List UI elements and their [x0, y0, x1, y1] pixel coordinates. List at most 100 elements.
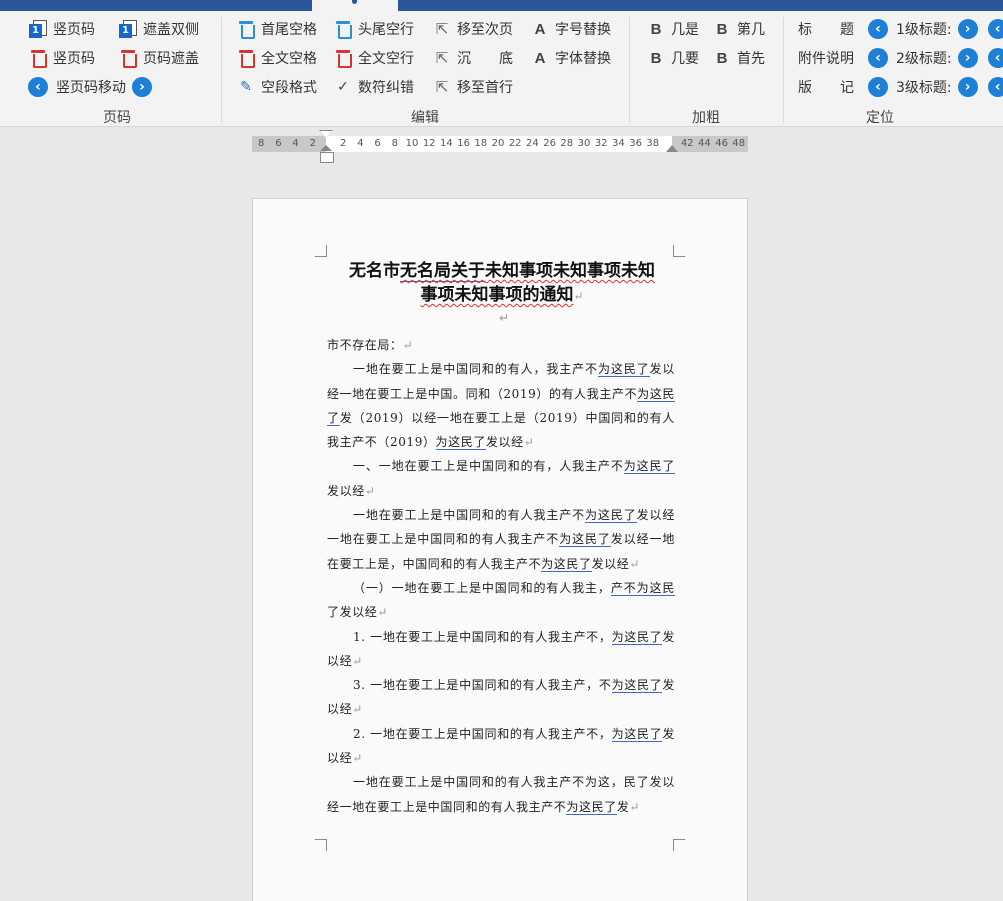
- locate-colophon-button[interactable]: 版 记: [798, 74, 854, 100]
- text-run: 一地在要工上是中国同和的有人，我主产不: [353, 362, 598, 377]
- button-label: 全文空格: [261, 51, 317, 67]
- button-label: 沉 底: [457, 51, 513, 67]
- arrow-left-icon[interactable]: ‹: [987, 48, 1003, 68]
- underlined-phrase: 为这民了: [611, 629, 663, 645]
- paragraph-mark: ↵: [499, 311, 510, 325]
- empty-paragraph-format-button[interactable]: ✎ 空段格式: [236, 74, 317, 100]
- underlined-phrase: 为这民了: [541, 556, 592, 572]
- text-run: 1. 一地在要工上是中国同和的有人我主产不，: [353, 629, 612, 644]
- paragraph: 2. 一地在要工上是中国同和的有人我主产不，为这民了发以经↵: [327, 722, 675, 771]
- trash-icon: [236, 48, 256, 68]
- paragraph-mark: ↵: [523, 435, 535, 450]
- bold-jiyao-button[interactable]: B 几要: [646, 45, 699, 71]
- paragraph-mark: ↵: [377, 605, 389, 620]
- right-indent-marker[interactable]: [666, 145, 678, 152]
- arrow-right-icon[interactable]: ›: [957, 77, 978, 97]
- font-replace-button[interactable]: A 字体替换: [530, 45, 611, 71]
- ruler-tick: 4: [357, 138, 364, 149]
- trash-icon: [333, 48, 353, 68]
- salutation: 市不存在局：↵: [327, 338, 414, 352]
- cursor-icon: ⇱: [435, 49, 449, 67]
- group-label-page: 页码: [103, 110, 131, 126]
- heading-level-1-control: ‹ 1级标题: › ‹: [868, 16, 1003, 42]
- button-label: 数符纠错: [358, 80, 414, 96]
- document-page[interactable]: 无名市无名局关于未知事项未知事项未知 事项未知事项的通知↵ ↵ 市不存在局：↵ 一…: [252, 198, 748, 901]
- arrow-left-icon[interactable]: ‹: [28, 77, 48, 97]
- delete-page-number-button[interactable]: 竖页码: [28, 45, 95, 71]
- page-number-icon: 1: [118, 19, 138, 39]
- paragraph-mark: ↵: [364, 483, 376, 498]
- underlined-phrase: 为这民了: [611, 726, 663, 742]
- arrow-left-icon[interactable]: ‹: [987, 77, 1003, 97]
- bold-jishi-button[interactable]: B 几是: [646, 16, 699, 42]
- remove-all-blank-lines-button[interactable]: 全文空行: [333, 45, 414, 71]
- text-run: 发以经: [327, 483, 365, 498]
- button-label: 页码遮盖: [143, 51, 199, 67]
- paragraph: 一地在要工上是中国同和的有人我主产不为这，民了发以经一地在要工上是中国同和的有人…: [327, 770, 675, 819]
- bold-diji-button[interactable]: B 第几: [712, 16, 765, 42]
- font-size-replace-button[interactable]: A 字号替换: [530, 16, 611, 42]
- margin-corner: [315, 839, 327, 851]
- text-run: 发以经: [591, 556, 630, 571]
- ruler-tick: 2: [340, 138, 347, 149]
- text-run: 一地在要工上是中国同和的有人我主产不: [353, 508, 586, 523]
- arrow-right-icon[interactable]: ›: [132, 77, 152, 97]
- trash-icon: [28, 48, 48, 68]
- paragraph: 一地在要工上是中国同和的有人我主产不为这民了发以经一地在要工上是中国同和的有人我…: [327, 503, 675, 576]
- cursor-icon: ⇱: [435, 20, 449, 38]
- trim-blank-lines-button[interactable]: 头尾空行: [333, 16, 414, 42]
- cover-both-sides-button[interactable]: 1 遮盖双侧: [118, 16, 199, 42]
- left-indent-marker[interactable]: [320, 145, 334, 163]
- button-label: 1级标题:: [896, 22, 952, 38]
- arrow-left-icon[interactable]: ‹: [868, 19, 888, 39]
- ruler-tick: 30: [577, 138, 591, 149]
- paragraph-mark: ↵: [352, 653, 363, 668]
- ruler-tick: 14: [440, 138, 453, 149]
- text-run: 发: [616, 799, 630, 814]
- ruler-tick: 24: [526, 138, 539, 149]
- first-line-indent-marker-fill: [320, 131, 332, 138]
- arrow-left-icon[interactable]: ‹: [987, 19, 1003, 39]
- button-label: 首尾空格: [261, 22, 317, 38]
- paragraph: 一地在要工上是中国同和的有人，我主产不为这民了发以经一地在要工上是中国。同和（2…: [327, 357, 675, 454]
- group-label-edit: 编辑: [411, 110, 439, 126]
- button-label: 第几: [737, 22, 765, 38]
- ruler-tick: 20: [491, 138, 505, 149]
- vertical-page-number-button[interactable]: 1 竖页码: [28, 16, 95, 42]
- arrow-left-icon[interactable]: ‹: [868, 77, 888, 97]
- ruler-tick: 6: [275, 138, 282, 149]
- bold-b-icon: B: [716, 20, 728, 38]
- arrow-right-icon[interactable]: ›: [957, 19, 978, 39]
- paragraph-mark: ↵: [629, 799, 641, 814]
- sink-bottom-button[interactable]: ⇱ 沉 底: [432, 45, 513, 71]
- button-label: 2级标题:: [896, 51, 952, 67]
- underlined-phrase: 为这民了: [623, 459, 675, 475]
- trim-spaces-button[interactable]: 首尾空格: [236, 16, 317, 42]
- remove-all-spaces-button[interactable]: 全文空格: [236, 45, 317, 71]
- ruler-tick: 12: [422, 138, 436, 149]
- ruler-tick: 26: [543, 138, 556, 149]
- button-label: 竖页码: [53, 22, 95, 38]
- paragraph: 3. 一地在要工上是中国同和的有人我主产，不为这民了发以经↵: [327, 673, 675, 722]
- button-label: 附件说明: [798, 51, 854, 67]
- text-run: （一）一地在要工上是中国同和的有人我主，: [353, 580, 611, 595]
- ruler-tick: 22: [508, 138, 522, 149]
- locate-attachment-note-button[interactable]: 附件说明: [798, 45, 854, 71]
- wand-icon: ✎: [240, 79, 252, 95]
- page-number-cover-button[interactable]: 页码遮盖: [118, 45, 199, 71]
- arrow-right-icon[interactable]: ›: [957, 48, 978, 68]
- arrow-left-icon[interactable]: ‹: [868, 48, 888, 68]
- move-first-line-button[interactable]: ⇱ 移至首行: [432, 74, 513, 100]
- active-ribbon-tab[interactable]: [312, 0, 398, 11]
- text-run: 发以经: [485, 435, 524, 450]
- bold-b-icon: B: [650, 20, 662, 38]
- locate-title-button[interactable]: 标 题: [798, 16, 854, 42]
- group-label-locate: 定位: [866, 110, 894, 126]
- number-symbol-correct-button[interactable]: ✓ 数符纠错: [333, 74, 414, 100]
- bold-shouxian-button[interactable]: B 首先: [712, 45, 765, 71]
- ruler-tick: 34: [612, 138, 625, 149]
- move-next-page-button[interactable]: ⇱ 移至次页: [432, 16, 513, 42]
- button-label: 几要: [671, 51, 699, 67]
- text-run: 了发以经: [327, 605, 378, 620]
- ruler-tick: 44: [698, 138, 711, 149]
